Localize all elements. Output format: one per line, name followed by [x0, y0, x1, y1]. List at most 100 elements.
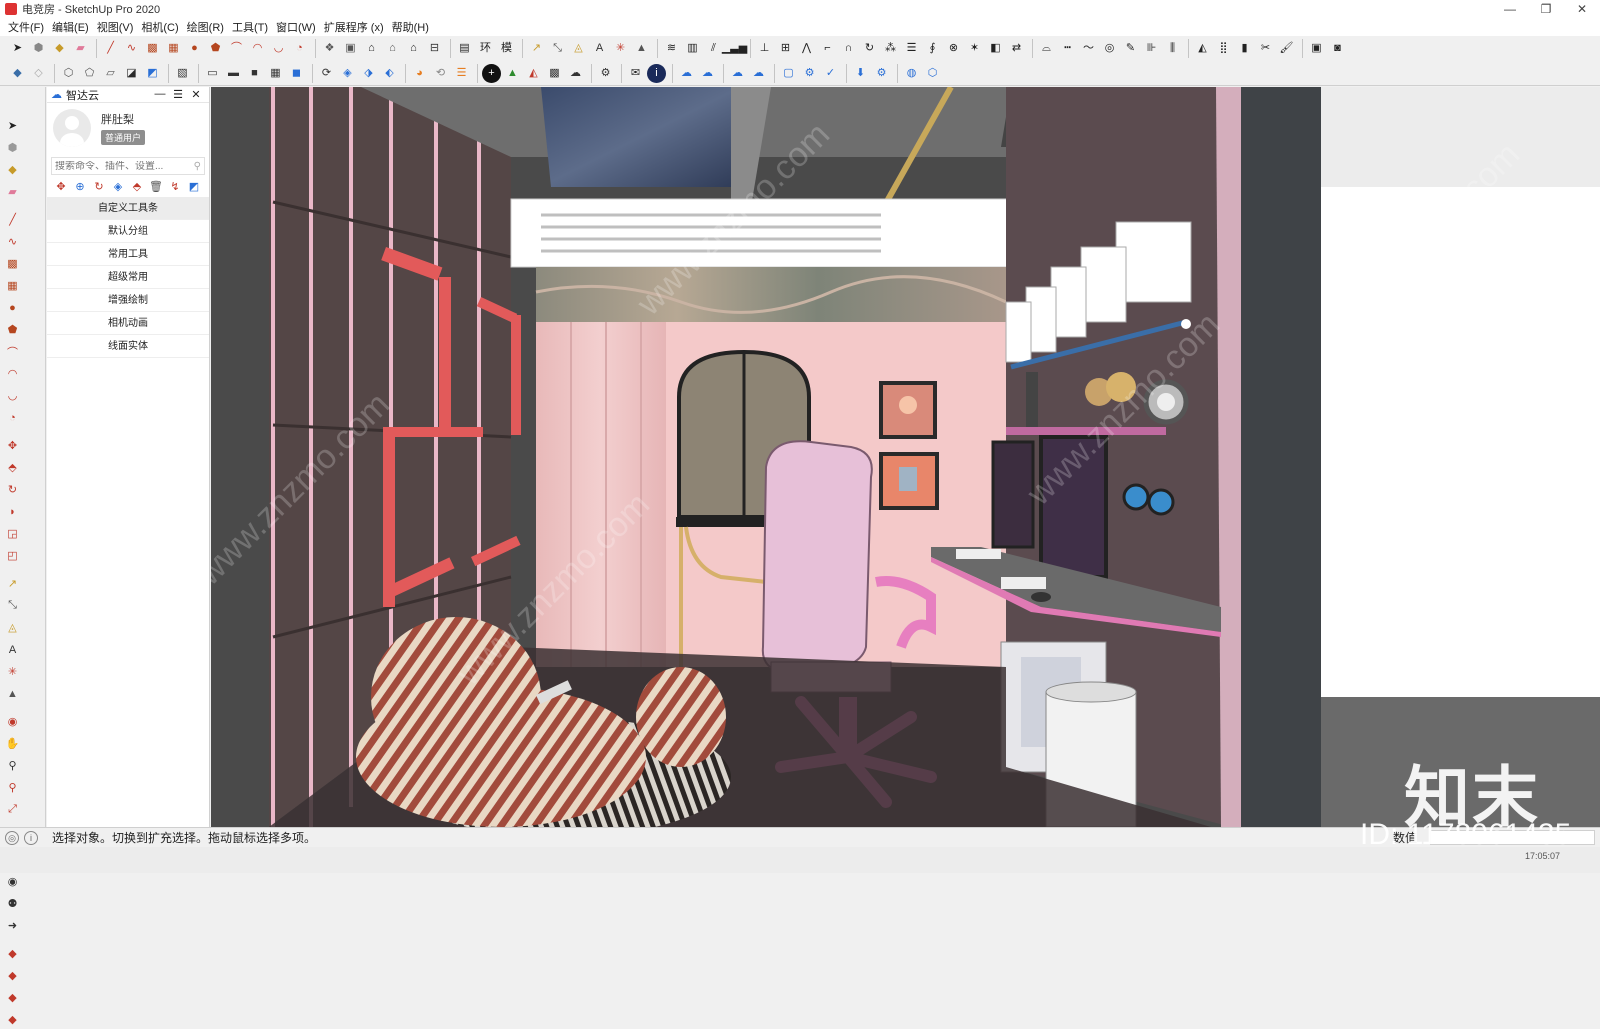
rotated-rectangle-icon[interactable]: ▦	[164, 39, 183, 58]
hidden-line-icon[interactable]: ▬	[224, 64, 243, 83]
menu-item-4[interactable]: 绘图(R)	[183, 19, 228, 35]
menu-item-3[interactable]: 相机(C)	[137, 19, 182, 35]
info-icon[interactable]: i	[647, 63, 666, 83]
line-icon[interactable]: ╱	[3, 210, 22, 229]
cloud-sync-icon[interactable]: ☁	[677, 64, 696, 83]
house-icon[interactable]: ⌂	[404, 39, 423, 58]
measure-blue-icon[interactable]: ◩	[186, 180, 202, 193]
shaded-icon[interactable]: ■	[245, 64, 264, 83]
sandbox-4-icon[interactable]: ◆	[3, 1010, 22, 1029]
geo-location-icon[interactable]: ◎	[5, 830, 19, 845]
move-icon[interactable]: ✥	[3, 436, 22, 455]
scene-render[interactable]	[211, 87, 1600, 827]
add-circle-icon[interactable]: +	[482, 63, 501, 83]
restore-button[interactable]: ❐	[1528, 0, 1564, 18]
refresh-icon[interactable]: ⟲	[431, 64, 450, 83]
protractor-icon[interactable]: ◬	[569, 39, 588, 58]
panel-menu-item[interactable]: 相机动画	[47, 312, 209, 335]
zoom-window-icon[interactable]: ⬖	[380, 64, 399, 83]
panel-menu-item[interactable]: 常用工具	[47, 243, 209, 266]
iso-view-icon[interactable]: ⬡	[59, 64, 78, 83]
checker-icon[interactable]: ▩	[545, 64, 564, 83]
distribute-icon[interactable]: ⊞	[776, 39, 795, 58]
solid-tools-icon[interactable]: ◕	[410, 64, 429, 83]
layers-orange-icon[interactable]: ☰	[452, 64, 471, 83]
pillar-icon[interactable]: ⫼	[1163, 39, 1182, 58]
tape-measure-icon[interactable]: ↗	[3, 574, 22, 593]
push-pull-icon[interactable]: ⬘	[3, 458, 22, 477]
menu-item-0[interactable]: 文件(F)	[4, 19, 48, 35]
menu-item-6[interactable]: 窗口(W)	[272, 19, 320, 35]
sandbox-icon[interactable]: ◆	[3, 944, 22, 963]
top-view-icon[interactable]: ⬠	[80, 64, 99, 83]
eraser-icon[interactable]: ▰	[3, 182, 22, 201]
close-window-button[interactable]: ✕	[1564, 0, 1600, 18]
align-icon[interactable]: ⊥	[755, 39, 774, 58]
back-view-icon[interactable]: ◩	[143, 64, 162, 83]
freehand-icon[interactable]: ∿	[122, 39, 141, 58]
loop-icon[interactable]: ↻	[860, 39, 879, 58]
offset-icon[interactable]: ◰	[3, 546, 22, 565]
dimension-icon[interactable]: ⤡	[3, 596, 22, 615]
three-point-arc-icon[interactable]: ◡	[269, 39, 288, 58]
fold-icon[interactable]: ⋀	[797, 39, 816, 58]
scale-icon[interactable]: ◲	[3, 524, 22, 543]
paintbrush-icon[interactable]: 🖌	[1277, 39, 1296, 58]
model-viewport[interactable]: www.znzmo.com www.znzmo.com www.znzmo.co…	[211, 87, 1600, 827]
lines-icon[interactable]: ⫽	[704, 39, 723, 58]
bend-red-icon[interactable]: ↯	[167, 180, 183, 193]
render-icon[interactable]: ◙	[1328, 39, 1347, 58]
table-icon[interactable]: ▤	[455, 39, 474, 58]
search-icon[interactable]: ⚲	[194, 161, 201, 172]
dash-line-icon[interactable]: ┅	[1058, 39, 1077, 58]
sandbox-2-icon[interactable]: ◆	[3, 966, 22, 985]
3d-text-icon[interactable]: ▲	[632, 39, 651, 58]
brush-icon[interactable]: ✎	[1121, 39, 1140, 58]
circle-icon[interactable]: ●	[185, 39, 204, 58]
bucket-icon[interactable]: ◧	[986, 39, 1005, 58]
push-icon[interactable]: ⬘	[129, 180, 145, 193]
zoom-icon[interactable]: ⬗	[359, 64, 378, 83]
gear-circle-icon[interactable]: ⚙	[872, 64, 891, 83]
warehouse-icon[interactable]: ⌂	[362, 39, 381, 58]
orbit-icon[interactable]: ⟳	[317, 64, 336, 83]
axes-icon[interactable]: ✳	[3, 662, 22, 681]
zoom-window-icon[interactable]: ⚲	[3, 778, 22, 797]
paint-bucket-icon[interactable]: ◆	[50, 39, 69, 58]
download-circle-icon[interactable]: ⬇	[851, 64, 870, 83]
cut-icon[interactable]: ✂	[1256, 39, 1275, 58]
pie-icon[interactable]: ◔	[290, 39, 309, 58]
check-circle-icon[interactable]: ✓	[821, 64, 840, 83]
monochrome-icon[interactable]: ◼	[287, 64, 306, 83]
panel-menu-item[interactable]: 默认分组	[47, 220, 209, 243]
move-red-icon[interactable]: ✥	[53, 180, 69, 193]
menu-item-1[interactable]: 编辑(E)	[48, 19, 93, 35]
orbit-icon[interactable]: ◉	[3, 712, 22, 731]
eraser-icon[interactable]: ▰	[71, 39, 90, 58]
select-arrow-icon[interactable]: ➤	[8, 39, 27, 58]
line-pencil-icon[interactable]: ╱	[101, 39, 120, 58]
landscape-icon[interactable]: ◭	[524, 64, 543, 83]
layout-icon[interactable]: ⊟	[425, 39, 444, 58]
bend-icon[interactable]: ⌓	[1037, 39, 1056, 58]
component-icon[interactable]: ⬢	[3, 138, 22, 157]
pan-icon[interactable]: ◈	[338, 64, 357, 83]
materials-icon[interactable]: ▣	[341, 39, 360, 58]
dots-grid-icon[interactable]: ⣿	[1214, 39, 1233, 58]
wireframe-icon[interactable]: ▭	[203, 64, 222, 83]
cloud-link-icon[interactable]: ☁	[728, 64, 747, 83]
walk-icon[interactable]: ⚉	[3, 894, 22, 913]
panel-close-button[interactable]: ✕	[187, 88, 205, 101]
settings-gear-icon[interactable]: ⚙	[596, 64, 615, 83]
menu-item-5[interactable]: 工具(T)	[228, 19, 272, 35]
two-point-arc-icon[interactable]: ◠	[3, 364, 22, 383]
menu-item-7[interactable]: 扩展程序 (x)	[320, 19, 388, 35]
ring-tool-icon[interactable]: 环	[476, 39, 495, 58]
zoom-icon[interactable]: ⚲	[3, 756, 22, 775]
book-icon[interactable]: ▮	[1235, 39, 1254, 58]
three-point-arc-icon[interactable]: ◡	[3, 386, 22, 405]
fence-icon[interactable]: ⊪	[1142, 39, 1161, 58]
cloud-return-icon[interactable]: ☁	[749, 64, 768, 83]
axes-icon[interactable]: ✳	[611, 39, 630, 58]
make-component-icon[interactable]: ⬢	[29, 39, 48, 58]
